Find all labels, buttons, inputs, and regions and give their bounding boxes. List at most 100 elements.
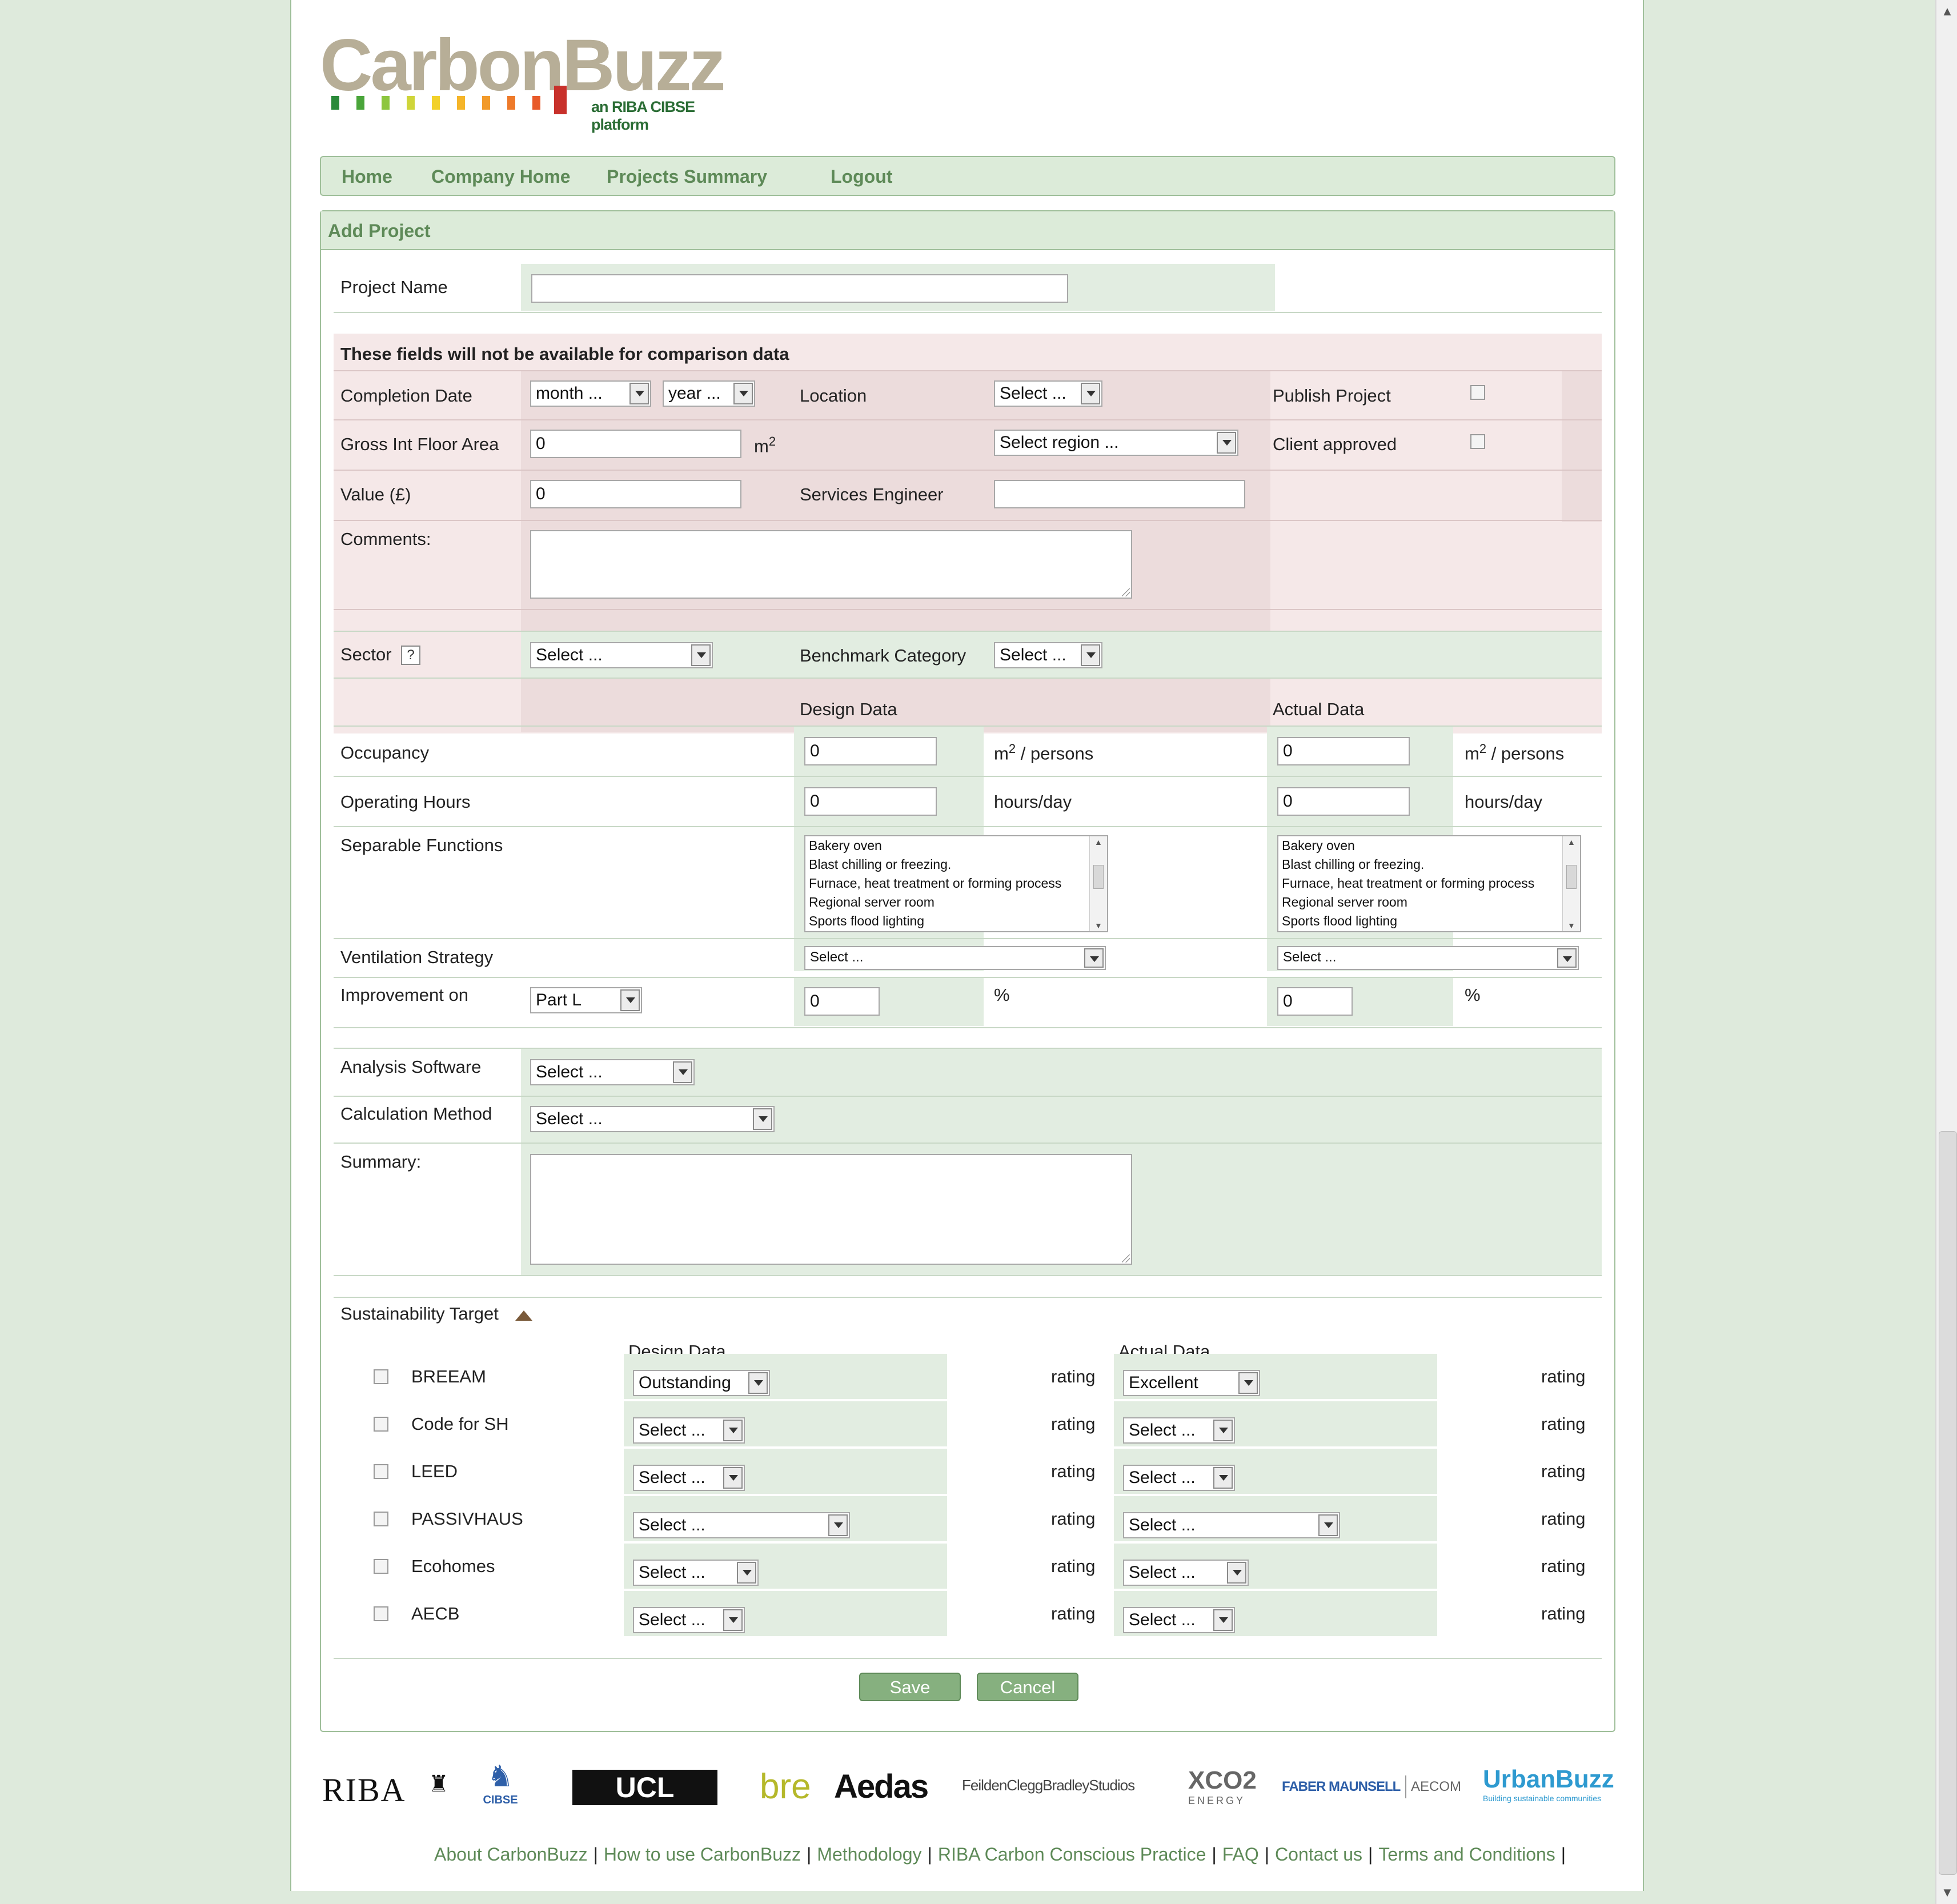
ventilation-strategy-label: Ventilation Strategy: [340, 947, 494, 967]
benchmark-category-select[interactable]: Select ...: [994, 642, 1102, 668]
improvement-on-select[interactable]: Part L: [530, 987, 642, 1013]
rating-label: rating: [1051, 1604, 1096, 1624]
separable-functions-actual-list[interactable]: Bakery oven Blast chilling or freezing. …: [1277, 835, 1581, 932]
calculation-method-select[interactable]: Select ...: [530, 1106, 775, 1132]
client-approved-checkbox[interactable]: [1470, 434, 1485, 449]
publish-project-checkbox[interactable]: [1470, 385, 1485, 400]
operating-hours-actual-input[interactable]: [1277, 787, 1410, 816]
scroll-thumb[interactable]: [1566, 865, 1577, 889]
aedas-logo[interactable]: Aedas: [834, 1767, 929, 1806]
cibse-logo[interactable]: ♞ CIBSE: [478, 1759, 523, 1817]
value-input[interactable]: [530, 480, 741, 508]
sustainability-actual-select[interactable]: Select ...: [1123, 1512, 1340, 1538]
summary-textarea[interactable]: [530, 1154, 1132, 1265]
bre-logo[interactable]: bre: [760, 1766, 811, 1807]
sustainability-checkbox[interactable]: [374, 1464, 388, 1479]
rating-label: rating: [1541, 1366, 1586, 1386]
occupancy-design-input[interactable]: [804, 737, 937, 765]
fcb-studios-logo[interactable]: FeildenCleggBradleyStudios: [962, 1777, 1135, 1794]
operating-hours-design-input[interactable]: [804, 787, 937, 816]
list-item[interactable]: Sports flood lighting: [805, 912, 1107, 931]
carbonbuzz-logo[interactable]: CarbonBuzz an RIBA CIBSE platform: [320, 29, 731, 134]
list-item[interactable]: Bakery oven: [1278, 836, 1580, 855]
scroll-up-icon[interactable]: ▲: [1936, 0, 1957, 23]
ventilation-design-select[interactable]: Select ...: [804, 946, 1106, 970]
sustainability-name: LEED: [411, 1461, 458, 1481]
footer-link[interactable]: About CarbonBuzz: [434, 1844, 588, 1865]
scroll-thumb[interactable]: [1093, 865, 1104, 889]
sustainability-actual-select[interactable]: Select ...: [1123, 1465, 1235, 1491]
completion-month-select[interactable]: month ...: [530, 380, 651, 407]
page-scrollbar[interactable]: ▲ ▼: [1935, 0, 1957, 1904]
footer-link[interactable]: Contact us: [1275, 1844, 1362, 1865]
collapse-arrow-icon[interactable]: [515, 1310, 532, 1321]
list-item[interactable]: Furnace, heat treatment or forming proce…: [1278, 874, 1580, 893]
sustainability-checkbox[interactable]: [374, 1369, 388, 1384]
services-engineer-input[interactable]: [994, 480, 1245, 508]
nav-projects-summary[interactable]: Projects Summary: [607, 166, 767, 187]
list-item[interactable]: Sports flood lighting: [1278, 912, 1580, 931]
sustainability-actual-select[interactable]: Select ...: [1123, 1607, 1235, 1633]
rating-label: rating: [1541, 1461, 1586, 1481]
sustainability-design-select[interactable]: Select ...: [633, 1465, 745, 1491]
sector-help-icon[interactable]: ?: [401, 646, 420, 665]
nav-home[interactable]: Home: [342, 166, 392, 187]
nav-company-home[interactable]: Company Home: [431, 166, 571, 187]
sustainability-target-toggle[interactable]: Sustainability Target: [340, 1304, 499, 1324]
footer-link[interactable]: Methodology: [817, 1844, 921, 1865]
cibse-logo-text: CIBSE: [483, 1794, 518, 1806]
scroll-thumb[interactable]: [1939, 1131, 1957, 1875]
list-item[interactable]: Regional server room: [805, 893, 1107, 912]
riba-logo[interactable]: RIBA: [322, 1771, 406, 1809]
sustainability-actual-select[interactable]: Excellent: [1123, 1370, 1260, 1396]
list-item[interactable]: Blast chilling or freezing.: [1278, 855, 1580, 874]
list-scrollbar[interactable]: [1562, 836, 1580, 931]
urbanbuzz-logo[interactable]: UrbanBuzz Building sustainable communiti…: [1483, 1765, 1620, 1811]
project-name-input[interactable]: [531, 274, 1068, 303]
sustainability-actual-select[interactable]: Select ...: [1123, 1560, 1249, 1586]
completion-year-select[interactable]: year ...: [663, 380, 755, 407]
sustainability-checkbox[interactable]: [374, 1512, 388, 1526]
list-item[interactable]: Bakery oven: [805, 836, 1107, 855]
location-select[interactable]: Select ...: [994, 380, 1102, 407]
cancel-button[interactable]: Cancel: [977, 1673, 1078, 1701]
ucl-logo[interactable]: UCL: [572, 1770, 717, 1805]
scroll-down-icon[interactable]: ▼: [1936, 1881, 1957, 1904]
region-select[interactable]: Select region ...: [994, 430, 1238, 456]
occupancy-actual-input[interactable]: [1277, 737, 1410, 765]
aecom-logo[interactable]: AECOM: [1411, 1779, 1461, 1795]
gross-floor-area-input[interactable]: [530, 430, 741, 458]
analysis-software-select[interactable]: Select ...: [530, 1059, 695, 1085]
sustainability-design-select[interactable]: Outstanding: [633, 1370, 770, 1396]
analysis-software-label: Analysis Software: [340, 1057, 482, 1077]
sustainability-design-select[interactable]: Select ...: [633, 1417, 745, 1444]
sustainability-design-select[interactable]: Select ...: [633, 1512, 850, 1538]
list-item[interactable]: Regional server room: [1278, 893, 1580, 912]
improvement-actual-input[interactable]: [1277, 987, 1353, 1016]
logo-tagline: an RIBA CIBSE platform: [591, 98, 695, 133]
footer-link[interactable]: Terms and Conditions: [1378, 1844, 1555, 1865]
sustainability-design-select[interactable]: Select ...: [633, 1607, 745, 1633]
logo-bar: [532, 96, 540, 110]
improvement-design-input[interactable]: [804, 987, 880, 1016]
ventilation-actual-select[interactable]: Select ...: [1277, 946, 1579, 970]
list-item[interactable]: Blast chilling or freezing.: [805, 855, 1107, 874]
separable-functions-design-list[interactable]: Bakery oven Blast chilling or freezing. …: [804, 835, 1108, 932]
sustainability-checkbox[interactable]: [374, 1417, 388, 1432]
faber-maunsell-logo[interactable]: FABER MAUNSELL: [1282, 1779, 1401, 1795]
list-item[interactable]: Furnace, heat treatment or forming proce…: [805, 874, 1107, 893]
sustainability-design-select[interactable]: Select ...: [633, 1560, 759, 1586]
save-button[interactable]: Save: [859, 1673, 961, 1701]
comments-textarea[interactable]: [530, 530, 1132, 599]
footer-link[interactable]: How to use CarbonBuzz: [604, 1844, 801, 1865]
footer-link[interactable]: FAQ: [1222, 1844, 1259, 1865]
xco2-logo[interactable]: XCO2 ENERGY: [1188, 1766, 1257, 1812]
sustainability-checkbox[interactable]: [374, 1606, 388, 1621]
list-scrollbar[interactable]: [1089, 836, 1107, 931]
sustainability-checkbox[interactable]: [374, 1559, 388, 1574]
sustainability-actual-select[interactable]: Select ...: [1123, 1417, 1235, 1444]
sector-select[interactable]: Select ...: [530, 642, 713, 668]
nav-logout[interactable]: Logout: [831, 166, 892, 187]
footer-link[interactable]: RIBA Carbon Conscious Practice: [938, 1844, 1206, 1865]
add-project-panel: Add Project Project Name These fields wi…: [320, 210, 1615, 1732]
